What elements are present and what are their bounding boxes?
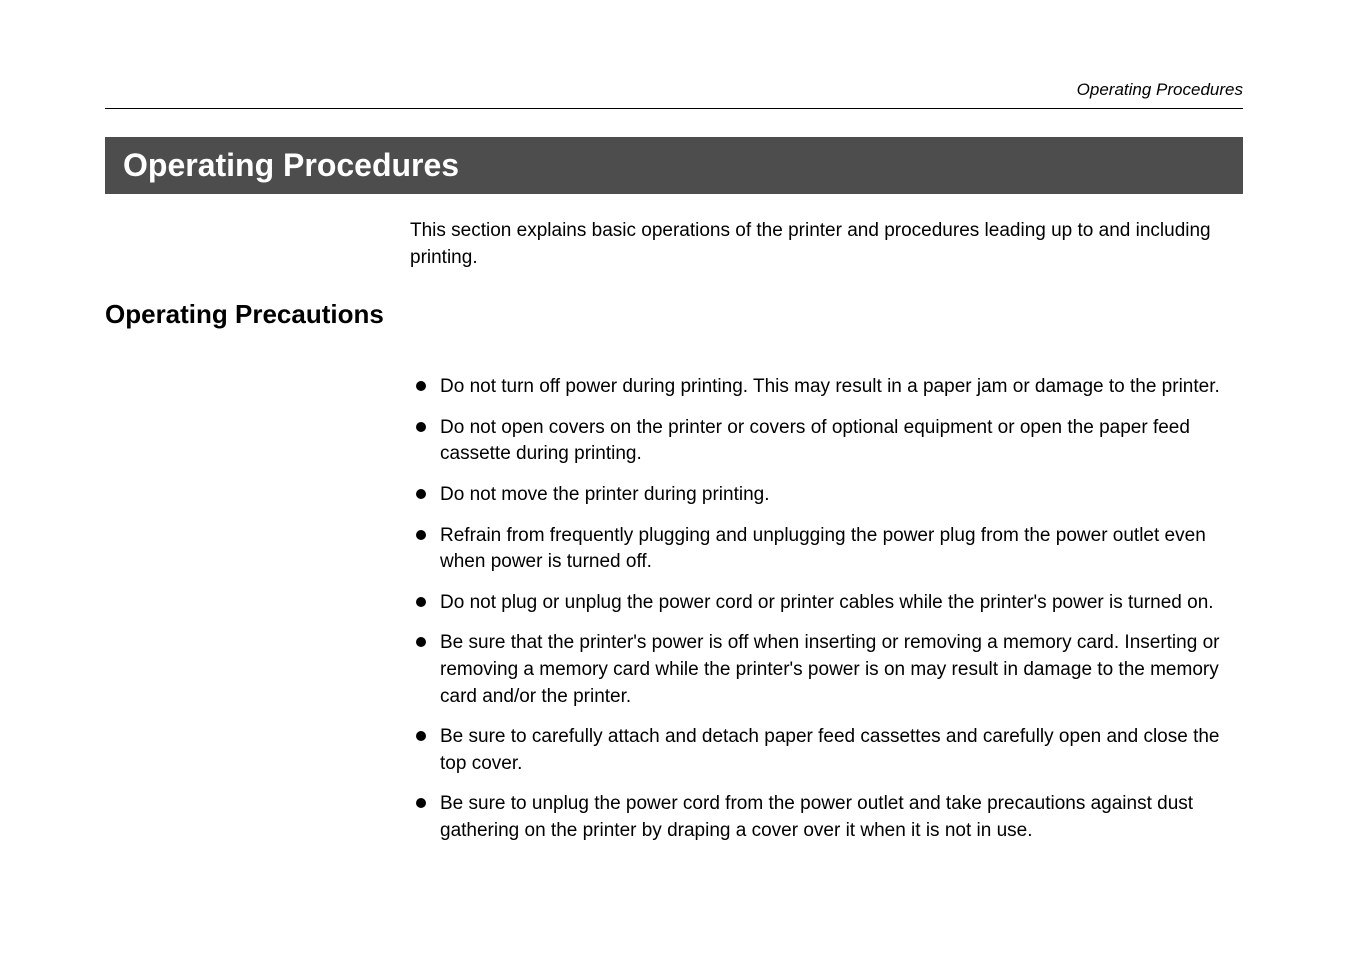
page-title: Operating Procedures <box>105 137 1243 194</box>
list-item: Be sure that the printer's power is off … <box>410 630 1243 710</box>
precautions-list: Do not turn off power during printing. T… <box>410 374 1243 844</box>
list-item: Be sure to unplug the power cord from th… <box>410 791 1243 844</box>
list-item: Do not turn off power during printing. T… <box>410 374 1243 401</box>
list-item: Refrain from frequently plugging and unp… <box>410 523 1243 576</box>
intro-paragraph: This section explains basic operations o… <box>410 218 1243 271</box>
list-item: Be sure to carefully attach and detach p… <box>410 724 1243 777</box>
list-item: Do not plug or unplug the power cord or … <box>410 590 1243 617</box>
list-item: Do not open covers on the printer or cov… <box>410 415 1243 468</box>
running-header: Operating Procedures <box>105 80 1243 109</box>
list-item: Do not move the printer during printing. <box>410 482 1243 509</box>
section-heading: Operating Precautions <box>105 299 1243 330</box>
